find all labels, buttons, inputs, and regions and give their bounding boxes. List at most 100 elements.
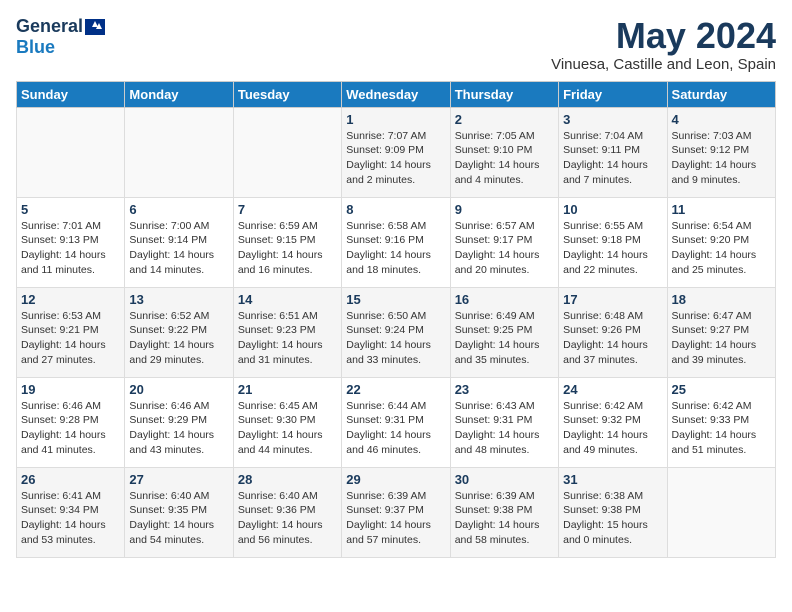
day-number: 9: [455, 202, 554, 217]
day-number: 12: [21, 292, 120, 307]
day-number: 16: [455, 292, 554, 307]
calendar-cell: [667, 467, 775, 557]
day-of-week-header: Wednesday: [342, 81, 450, 107]
day-number: 28: [238, 472, 337, 487]
calendar-cell: 21 Sunrise: 6:45 AMSunset: 9:30 PMDayligh…: [233, 377, 341, 467]
day-number: 13: [129, 292, 228, 307]
calendar-cell: 6Sunrise: 7:00 AMSunset: 9:14 PMDaylight…: [125, 197, 233, 287]
calendar-cell: 30 Sunrise: 6:39 AMSunset: 9:38 PMDayligh…: [450, 467, 558, 557]
calendar-week-row: 12 Sunrise: 6:53 AMSunset: 9:21 PMDayligh…: [17, 287, 776, 377]
calendar-cell: 27 Sunrise: 6:40 AMSunset: 9:35 PMDayligh…: [125, 467, 233, 557]
day-info: Sunrise: 6:46 AMSunset: 9:28 PMDaylight:…: [21, 399, 120, 458]
calendar-cell: 16 Sunrise: 6:49 AMSunset: 9:25 PMDayligh…: [450, 287, 558, 377]
day-info: Sunrise: 6:42 AMSunset: 9:33 PMDaylight:…: [672, 399, 771, 458]
calendar-cell: 5 Sunrise: 7:01 AMSunset: 9:13 PMDaylight…: [17, 197, 125, 287]
calendar-cell: [233, 107, 341, 197]
logo-blue: Blue: [16, 37, 55, 58]
day-info: Sunrise: 6:39 AMSunset: 9:37 PMDaylight:…: [346, 489, 445, 548]
calendar-cell: 25 Sunrise: 6:42 AMSunset: 9:33 PMDayligh…: [667, 377, 775, 467]
day-info: Sunrise: 7:05 AMSunset: 9:10 PMDaylight:…: [455, 129, 554, 188]
day-number: 8: [346, 202, 445, 217]
day-number: 18: [672, 292, 771, 307]
day-info: Sunrise: 6:41 AMSunset: 9:34 PMDaylight:…: [21, 489, 120, 548]
main-title: May 2024: [551, 16, 776, 56]
day-info: Sunrise: 6:59 AMSunset: 9:15 PMDaylight:…: [238, 219, 337, 278]
day-info: Sunrise: 6:54 AMSunset: 9:20 PMDaylight:…: [672, 219, 771, 278]
day-info: Sunrise: 6:53 AMSunset: 9:21 PMDaylight:…: [21, 309, 120, 368]
calendar-cell: 13 Sunrise: 6:52 AMSunset: 9:22 PMDayligh…: [125, 287, 233, 377]
calendar-cell: 10Sunrise: 6:55 AMSunset: 9:18 PMDayligh…: [559, 197, 667, 287]
day-of-week-header: Thursday: [450, 81, 558, 107]
day-info: Sunrise: 6:51 AMSunset: 9:23 PMDaylight:…: [238, 309, 337, 368]
calendar-cell: 15Sunrise: 6:50 AMSunset: 9:24 PMDayligh…: [342, 287, 450, 377]
day-of-week-header: Monday: [125, 81, 233, 107]
calendar-cell: 7Sunrise: 6:59 AMSunset: 9:15 PMDaylight…: [233, 197, 341, 287]
day-number: 10: [563, 202, 662, 217]
day-info: Sunrise: 6:58 AMSunset: 9:16 PMDaylight:…: [346, 219, 445, 278]
calendar-cell: 18 Sunrise: 6:47 AMSunset: 9:27 PMDayligh…: [667, 287, 775, 377]
day-number: 5: [21, 202, 120, 217]
day-info: Sunrise: 6:40 AMSunset: 9:36 PMDaylight:…: [238, 489, 337, 548]
calendar-week-row: 1Sunrise: 7:07 AMSunset: 9:09 PMDaylight…: [17, 107, 776, 197]
calendar-cell: 23 Sunrise: 6:43 AMSunset: 9:31 PMDayligh…: [450, 377, 558, 467]
calendar-week-row: 5 Sunrise: 7:01 AMSunset: 9:13 PMDaylight…: [17, 197, 776, 287]
calendar-cell: 17Sunrise: 6:48 AMSunset: 9:26 PMDayligh…: [559, 287, 667, 377]
day-info: Sunrise: 6:45 AMSunset: 9:30 PMDaylight:…: [238, 399, 337, 458]
day-info: Sunrise: 7:00 AMSunset: 9:14 PMDaylight:…: [129, 219, 228, 278]
calendar-cell: 4Sunrise: 7:03 AMSunset: 9:12 PMDaylight…: [667, 107, 775, 197]
day-number: 3: [563, 112, 662, 127]
day-number: 4: [672, 112, 771, 127]
day-number: 25: [672, 382, 771, 397]
calendar-cell: 11 Sunrise: 6:54 AMSunset: 9:20 PMDayligh…: [667, 197, 775, 287]
calendar-cell: 29Sunrise: 6:39 AMSunset: 9:37 PMDayligh…: [342, 467, 450, 557]
day-info: Sunrise: 6:39 AMSunset: 9:38 PMDaylight:…: [455, 489, 554, 548]
day-info: Sunrise: 6:44 AMSunset: 9:31 PMDaylight:…: [346, 399, 445, 458]
day-info: Sunrise: 6:47 AMSunset: 9:27 PMDaylight:…: [672, 309, 771, 368]
calendar-cell: 20 Sunrise: 6:46 AMSunset: 9:29 PMDayligh…: [125, 377, 233, 467]
day-number: 15: [346, 292, 445, 307]
day-number: 17: [563, 292, 662, 307]
calendar-week-row: 26 Sunrise: 6:41 AMSunset: 9:34 PMDayligh…: [17, 467, 776, 557]
day-of-week-header: Tuesday: [233, 81, 341, 107]
day-info: Sunrise: 6:49 AMSunset: 9:25 PMDaylight:…: [455, 309, 554, 368]
day-number: 23: [455, 382, 554, 397]
calendar-table: SundayMondayTuesdayWednesdayThursdayFrid…: [16, 81, 776, 558]
calendar-cell: 3 Sunrise: 7:04 AMSunset: 9:11 PMDaylight…: [559, 107, 667, 197]
day-info: Sunrise: 7:01 AMSunset: 9:13 PMDaylight:…: [21, 219, 120, 278]
day-number: 30: [455, 472, 554, 487]
day-number: 26: [21, 472, 120, 487]
day-info: Sunrise: 6:43 AMSunset: 9:31 PMDaylight:…: [455, 399, 554, 458]
calendar-cell: 14 Sunrise: 6:51 AMSunset: 9:23 PMDayligh…: [233, 287, 341, 377]
day-number: 31: [563, 472, 662, 487]
day-number: 27: [129, 472, 228, 487]
day-number: 20: [129, 382, 228, 397]
calendar-cell: 24Sunrise: 6:42 AMSunset: 9:32 PMDayligh…: [559, 377, 667, 467]
day-number: 22: [346, 382, 445, 397]
logo: General Blue: [16, 16, 105, 58]
day-info: Sunrise: 6:46 AMSunset: 9:29 PMDaylight:…: [129, 399, 228, 458]
day-info: Sunrise: 6:52 AMSunset: 9:22 PMDaylight:…: [129, 309, 228, 368]
calendar-cell: 31 Sunrise: 6:38 AMSunset: 9:38 PMDayligh…: [559, 467, 667, 557]
day-info: Sunrise: 6:57 AMSunset: 9:17 PMDaylight:…: [455, 219, 554, 278]
calendar-cell: 8 Sunrise: 6:58 AMSunset: 9:16 PMDaylight…: [342, 197, 450, 287]
day-number: 14: [238, 292, 337, 307]
day-info: Sunrise: 6:42 AMSunset: 9:32 PMDaylight:…: [563, 399, 662, 458]
calendar-header-row: SundayMondayTuesdayWednesdayThursdayFrid…: [17, 81, 776, 107]
day-of-week-header: Saturday: [667, 81, 775, 107]
day-number: 21: [238, 382, 337, 397]
calendar-cell: [17, 107, 125, 197]
calendar-cell: 1Sunrise: 7:07 AMSunset: 9:09 PMDaylight…: [342, 107, 450, 197]
calendar-cell: 19Sunrise: 6:46 AMSunset: 9:28 PMDayligh…: [17, 377, 125, 467]
subtitle: Vinuesa, Castille and Leon, Spain: [551, 56, 776, 73]
day-of-week-header: Friday: [559, 81, 667, 107]
day-info: Sunrise: 6:40 AMSunset: 9:35 PMDaylight:…: [129, 489, 228, 548]
day-info: Sunrise: 7:04 AMSunset: 9:11 PMDaylight:…: [563, 129, 662, 188]
calendar-cell: [125, 107, 233, 197]
day-of-week-header: Sunday: [17, 81, 125, 107]
calendar-cell: 9 Sunrise: 6:57 AMSunset: 9:17 PMDaylight…: [450, 197, 558, 287]
calendar-cell: 2Sunrise: 7:05 AMSunset: 9:10 PMDaylight…: [450, 107, 558, 197]
calendar-cell: 22 Sunrise: 6:44 AMSunset: 9:31 PMDayligh…: [342, 377, 450, 467]
title-area: May 2024 Vinuesa, Castille and Leon, Spa…: [551, 16, 776, 73]
day-info: Sunrise: 6:38 AMSunset: 9:38 PMDaylight:…: [563, 489, 662, 548]
day-number: 11: [672, 202, 771, 217]
